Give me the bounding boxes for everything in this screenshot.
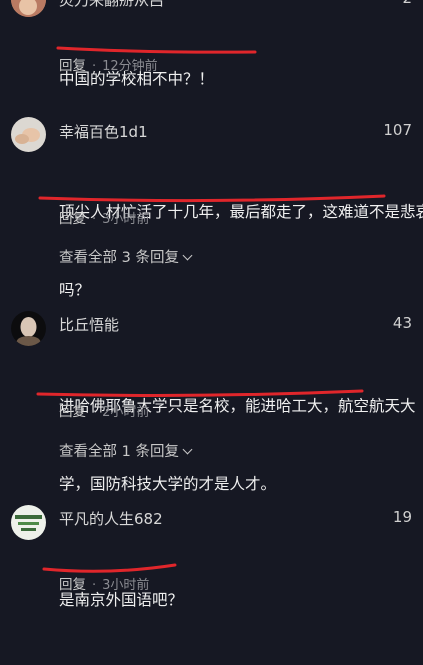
red-underline-annotation xyxy=(36,389,364,397)
annotation-layer xyxy=(36,46,386,573)
red-underline-annotation xyxy=(56,46,257,54)
red-underline-annotation xyxy=(38,194,386,203)
red-underline-annotation xyxy=(42,563,177,573)
